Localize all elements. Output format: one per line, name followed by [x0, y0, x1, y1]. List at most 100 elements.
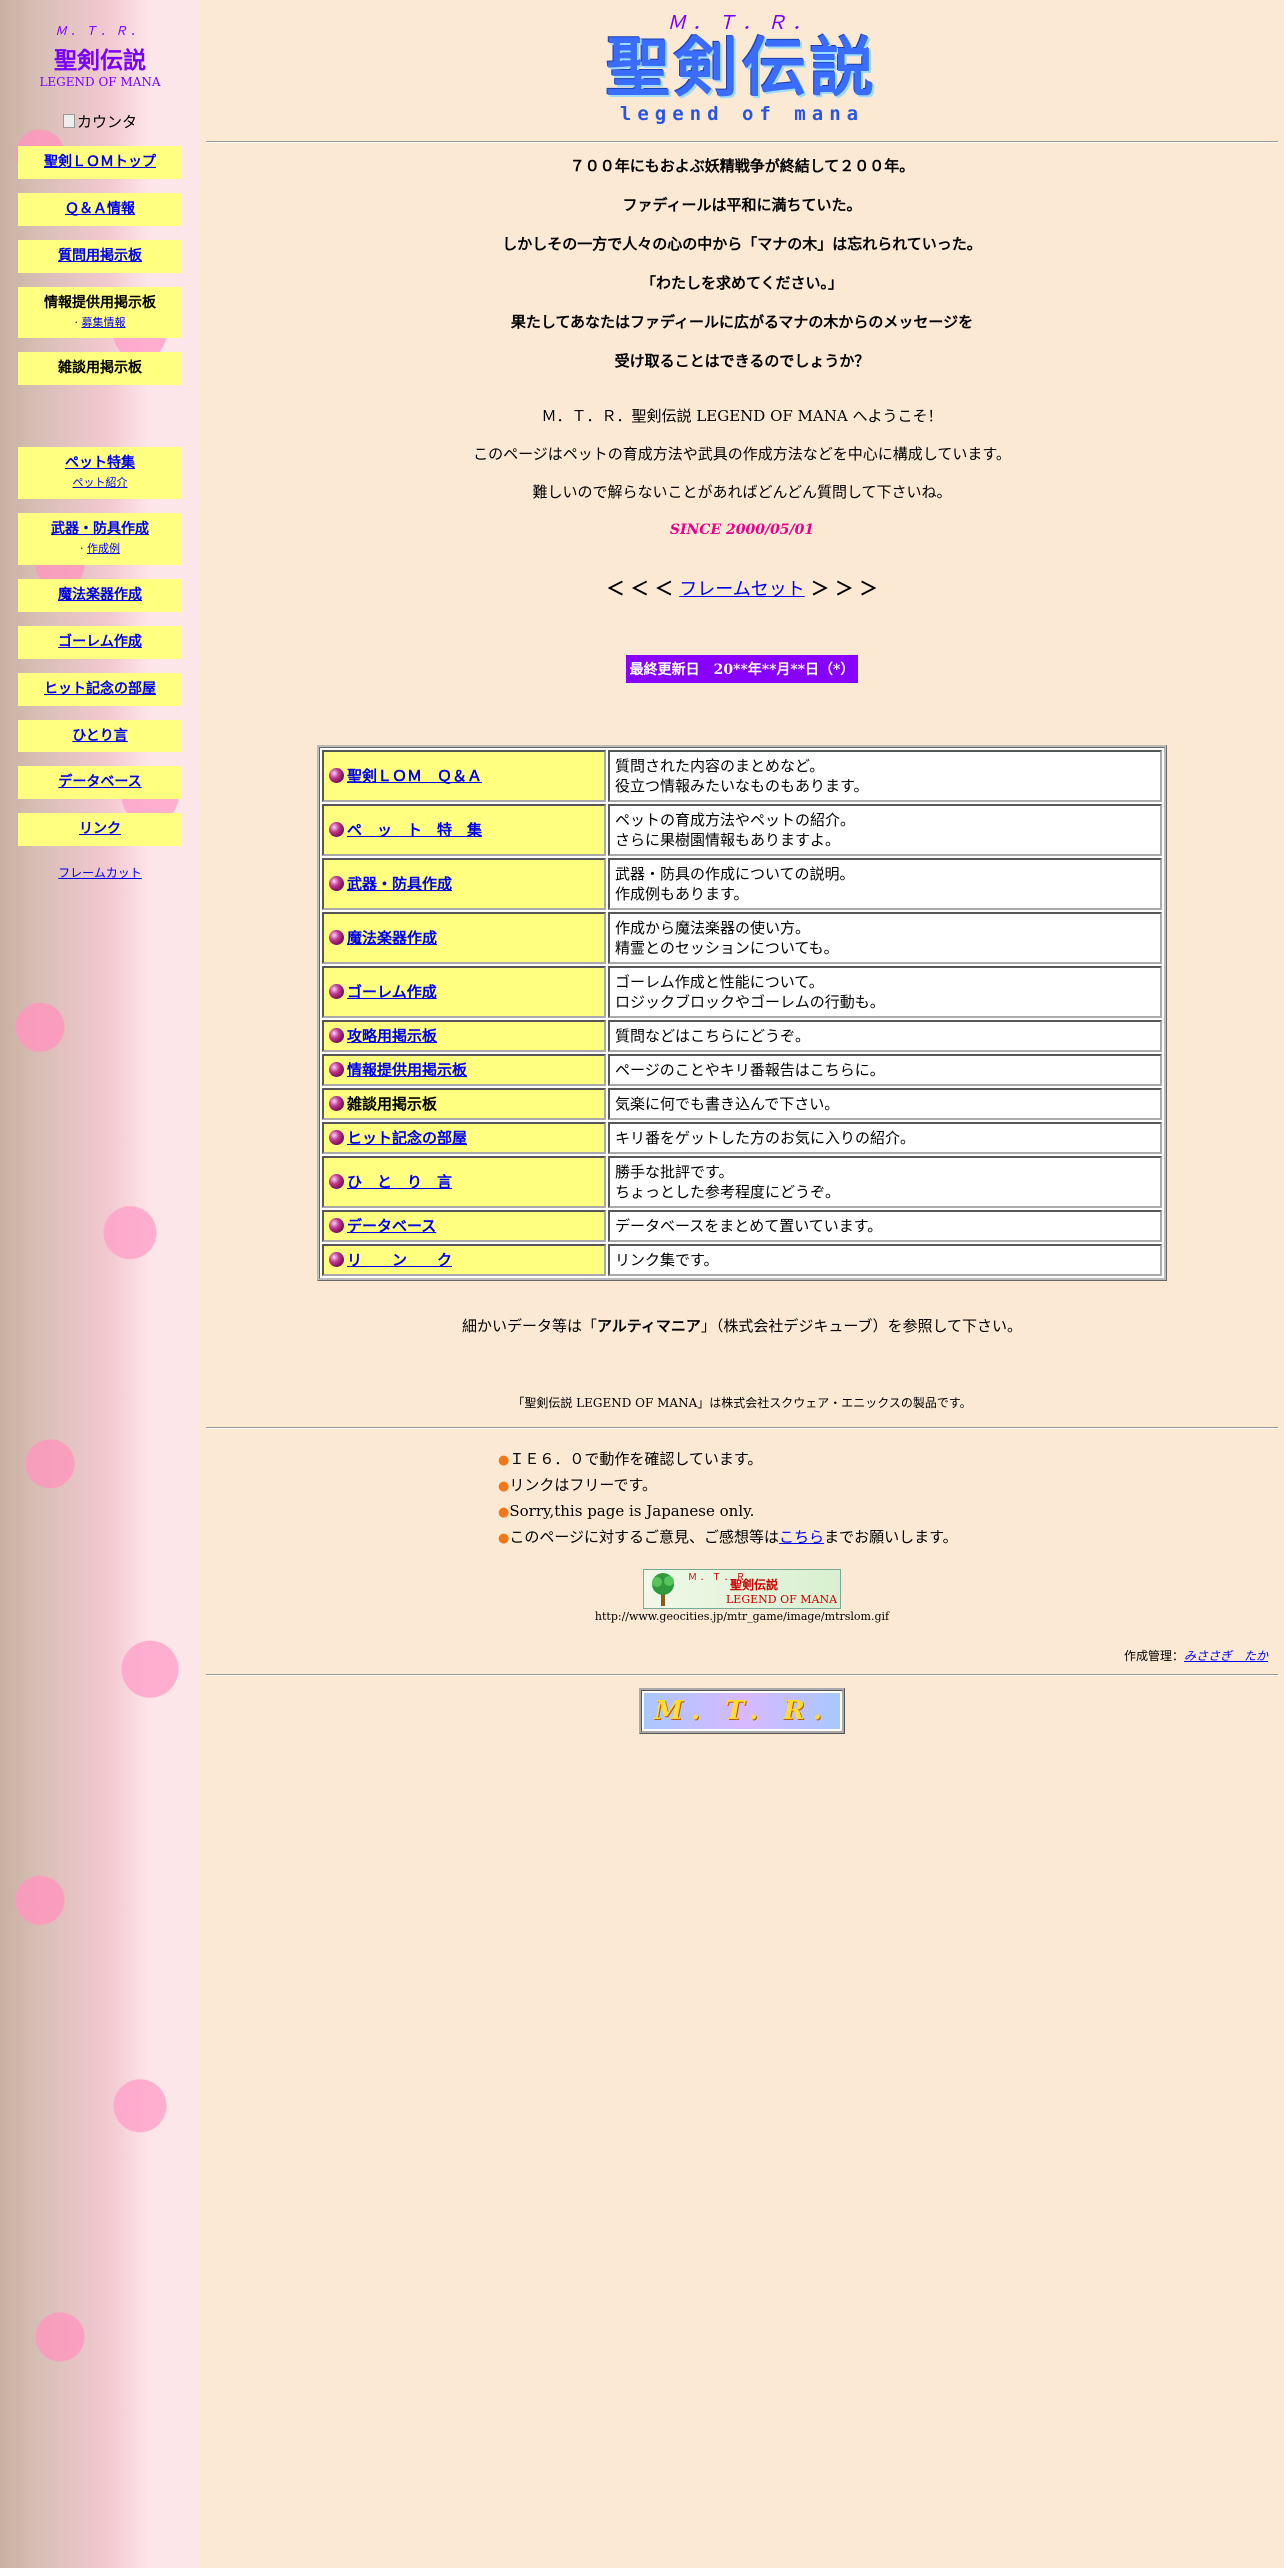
divider [206, 1427, 1278, 1429]
section-link[interactable]: ひ と り 言 [347, 1173, 452, 1191]
sidebar-framecut: フレームカット [0, 864, 200, 881]
bullet-icon: ● [498, 1505, 510, 1520]
section-link[interactable]: ゴーレム作成 [347, 983, 437, 1001]
sidebar-link-pet[interactable]: ペット特集 [65, 455, 135, 471]
table-cell-name: リ ン ク [322, 1244, 606, 1276]
table-cell-name: ひ と り 言 [322, 1156, 606, 1208]
sidebar-link-monologue[interactable]: ひとり言 [72, 728, 128, 744]
sidebar-link-question-board[interactable]: 質問用掲示板 [58, 248, 142, 264]
link-banner[interactable]: Ｍ．Ｔ．Ｒ． 聖剣伝説 LEGEND OF MANA [643, 1569, 841, 1609]
table-row: 攻略用掲示板 質問などはこちらにどうぞ。 [322, 1020, 1162, 1052]
ball-icon [329, 930, 344, 945]
sidebar-item-golem: ゴーレム作成 [18, 625, 182, 659]
sidebar-link-lom-top[interactable]: 聖剣ＬＯＭトップ [44, 154, 156, 170]
author-link[interactable]: みささぎ たか [1184, 1649, 1268, 1663]
table-cell-name: 武器・防具作成 [322, 858, 606, 910]
ball-icon [329, 1174, 344, 1189]
table-cell-name: ヒット記念の部屋 [322, 1122, 606, 1154]
sidebar-mtr: Ｍ．Ｔ．Ｒ． [54, 24, 145, 38]
table-cell-name: ペ ッ ト 特 集 [322, 804, 606, 856]
table-cell-desc: 勝手な批評です。ちょっとした参考程度にどうぞ。 [608, 1156, 1162, 1208]
sidebar-link-weapon[interactable]: 武器・防具作成 [51, 521, 149, 537]
section-link[interactable]: ペ ッ ト 特 集 [347, 821, 482, 839]
intro-line: 受け取ることはできるのでしょうか？ [614, 352, 870, 370]
section-link[interactable]: データベース [347, 1217, 436, 1235]
ball-icon [329, 1028, 344, 1043]
main-content: Ｍ．Ｔ．Ｒ． 聖剣伝説 legend of mana ７００年にもおよぶ妖精戦争… [206, 0, 1278, 1734]
sidebar-info-board-label: 情報提供用掲示板 [44, 294, 156, 311]
contact-link[interactable]: こちら [779, 1528, 824, 1546]
table-row: ひ と り 言 勝手な批評です。ちょっとした参考程度にどうぞ。 [322, 1156, 1162, 1208]
desc-line: ちょっとした参考程度にどうぞ。 [615, 1183, 841, 1201]
section-link[interactable]: 攻略用掲示板 [347, 1027, 437, 1045]
section-link[interactable]: 魔法楽器作成 [347, 929, 437, 947]
sidebar-item-question-board: 質問用掲示板 [18, 239, 182, 273]
section-link[interactable]: 情報提供用掲示板 [347, 1061, 467, 1079]
mana-tree-icon [652, 1573, 674, 1606]
table-row: ゴーレム作成 ゴーレム作成と性能について。 ロジックブロックやゴーレムの行動も。 [322, 966, 1162, 1018]
sidebar-link-links[interactable]: リンク [79, 821, 121, 837]
story-intro: ７００年にもおよぶ妖精戦争が終結して２００年。 ファディールは平和に満ちていた。… [206, 157, 1278, 391]
table-cell-name: 攻略用掲示板 [322, 1020, 606, 1052]
desc-line: 質問などはこちらにどうぞ。 [615, 1027, 811, 1045]
desc-line: 作成例もあります。 [615, 885, 749, 903]
note-item: ●ＩＥ６．０で動作を確認しています。 [498, 1450, 763, 1468]
sidebar-link-golem[interactable]: ゴーレム作成 [58, 634, 142, 650]
table-row: 雑談用掲示板 気楽に何でも書き込んで下さい。 [322, 1088, 1162, 1120]
intro-line: 果たしてあなたはファディールに広がるマナの木からのメッセージを [510, 313, 974, 331]
desc-line: ロジックブロックやゴーレムの行動も。 [615, 993, 885, 1011]
section-link[interactable]: リ ン ク [347, 1251, 452, 1269]
note-item: ●このページに対するご意見、ご感想等はこちらまでお願いします。 [498, 1528, 958, 1546]
sidebar-link-hit-room[interactable]: ヒット記念の部屋 [44, 681, 156, 697]
footer-logo[interactable]: M. T. R. [639, 1688, 845, 1734]
desc-line: さらに果樹園情報もありますよ。 [615, 831, 841, 849]
banner-url: http://www.geocities.jp/mtr_game/image/m… [594, 1610, 890, 1623]
footer-logo-area: M. T. R. [206, 1688, 1278, 1734]
ball-icon [329, 1062, 344, 1077]
sidebar-link-examples[interactable]: 作成例 [87, 542, 120, 555]
sidebar-item-instrument: 魔法楽器作成 [18, 578, 182, 612]
note-item: ●Sorry,this page is Japanese only. [498, 1502, 755, 1520]
section-link[interactable]: 聖剣ＬＯＭ Ｑ＆Ａ [347, 767, 482, 785]
sidebar-item-monologue: ひとり言 [18, 719, 182, 753]
ball-icon [329, 768, 344, 783]
table-cell-name: 雑談用掲示板 [322, 1088, 606, 1120]
table-cell-desc: ペットの育成方法やペットの紹介。 さらに果樹園情報もありますよ。 [608, 804, 1162, 856]
site-logo: Ｍ．Ｔ．Ｒ． 聖剣伝説 legend of mana [206, 0, 1278, 125]
framecut-link[interactable]: フレームカット [58, 866, 142, 880]
intro-line: しかしその一方で人々の心の中から「マナの木」は忘れられていった。 [502, 235, 982, 253]
sidebar-item-lom-top: 聖剣ＬＯＭトップ [18, 146, 182, 179]
sidebar-link-pet-intro[interactable]: ペット紹介 [73, 476, 128, 489]
table-row: 魔法楽器作成 作成から魔法楽器の使い方。 精霊とのセッションについても。 [322, 912, 1162, 964]
bullet-icon: ● [498, 1531, 510, 1546]
frameset-nav: ＜ ＜ ＜ フレームセット ＞ ＞ ＞ [606, 579, 878, 600]
sidebar-link-database[interactable]: データベース [58, 774, 141, 790]
sidebar-item-pet: ペット特集 ペット紹介 [18, 447, 182, 500]
logo-english: legend of mana [619, 103, 865, 125]
table-cell-name: 聖剣ＬＯＭ Ｑ＆Ａ [322, 750, 606, 802]
section-link[interactable]: 武器・防具作成 [347, 875, 452, 893]
frameset-link[interactable]: フレームセット [679, 579, 804, 600]
sidebar-link-recruit-info[interactable]: 募集情報 [82, 316, 126, 329]
copyright-note: 「聖剣伝説 LEGEND OF MANA」は株式会社スクウェア・エニックスの製品… [512, 1396, 972, 1410]
ball-icon [329, 1218, 344, 1233]
desc-line: 役立つ情報みたいなものもあります。 [615, 777, 869, 795]
author-credit: 作成管理：みささぎ たか [1123, 1649, 1268, 1663]
sidebar-item-links: リンク [18, 813, 182, 847]
notes-list: ●ＩＥ６．０で動作を確認しています。 ●リンクはフリーです。 ●Sorry,th… [498, 1447, 1278, 1551]
intro-line: ７００年にもおよぶ妖精戦争が終結して２００年。 [569, 157, 915, 175]
since-date: SINCE 2000/05/01 [669, 522, 815, 538]
sidebar-link-qa[interactable]: Ｑ＆Ａ情報 [65, 201, 135, 217]
sub-bullet: · [80, 542, 87, 556]
desc-line: 勝手な批評です。 [615, 1163, 734, 1181]
sidebar-item-weapon: 武器・防具作成 · 作成例 [18, 513, 182, 565]
index-table: 聖剣ＬＯＭ Ｑ＆Ａ 質問された内容のまとめなど。 役立つ情報みたいなものもあります。… [317, 745, 1167, 1281]
sidebar-link-instrument[interactable]: 魔法楽器作成 [58, 587, 142, 603]
divider [206, 141, 1278, 143]
desc-line: 作成から魔法楽器の使い方。 [615, 919, 811, 937]
desc-line: リンク集です。 [615, 1251, 719, 1269]
section-link[interactable]: ヒット記念の部屋 [347, 1129, 467, 1147]
sidebar-item-chat-board: 雑談用掲示板 [18, 352, 182, 386]
table-cell-desc: 質問などはこちらにどうぞ。 [608, 1020, 1162, 1052]
intro-line: ファディールは平和に満ちていた。 [622, 196, 862, 214]
